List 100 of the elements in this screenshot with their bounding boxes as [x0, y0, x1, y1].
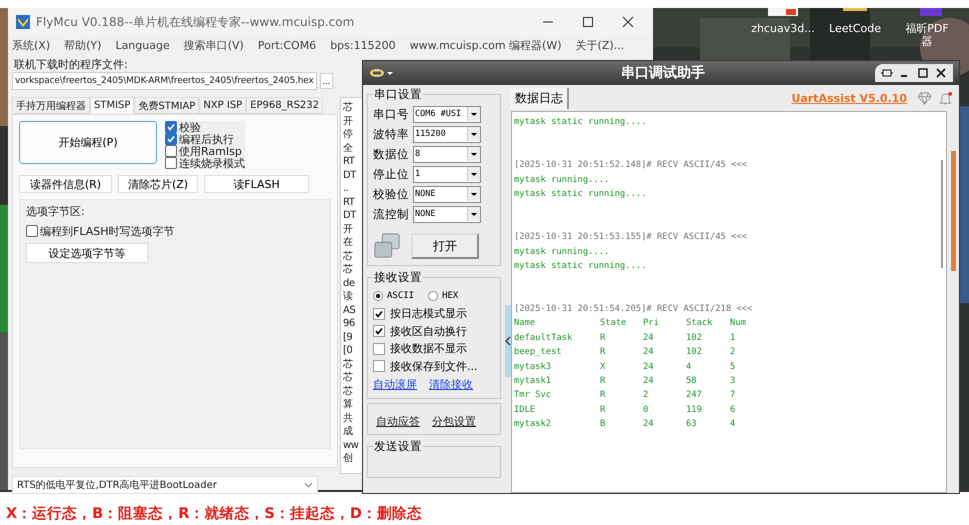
menu-item[interactable]: www.mcuisp.com 编程器(W) [410, 38, 562, 53]
scrollbar-thumb[interactable] [951, 151, 956, 271]
output-line: 芯 [343, 384, 354, 398]
radio-label: HEX [442, 291, 458, 301]
output-line: 读 [343, 290, 354, 304]
checkbox[interactable] [373, 325, 385, 338]
table-cell-text: mytask2 [514, 418, 552, 432]
link[interactable]: 自动应答 [376, 414, 420, 426]
link[interactable]: 自动滚屏 [373, 376, 417, 392]
dropdown[interactable]: NONE [413, 206, 481, 222]
output-line: 算 [343, 398, 354, 412]
output-line: 开 [343, 222, 354, 236]
collapse-handle[interactable] [505, 305, 511, 377]
close-icon[interactable] [622, 16, 634, 28]
checkbox[interactable] [373, 342, 385, 355]
radio-button[interactable] [428, 291, 438, 301]
dropdown[interactable]: COM6 #USI [413, 106, 481, 122]
file-path-field[interactable]: vorkspace\freertos_2405\MDK-ARM\freertos_2405\freertos_2405.hex [12, 72, 317, 90]
output-line: 芯 [343, 101, 354, 114]
pin-icon[interactable] [881, 67, 893, 79]
radio-label: ASCII [387, 291, 414, 301]
menu-item[interactable]: 搜索串口(V) [184, 38, 244, 53]
start-program-button[interactable]: 开始编程(P) [19, 121, 157, 164]
windows-icon [373, 232, 401, 260]
caption: X：运行态，B：阻塞态，R：就绪态，S：挂起态，D：删除态 [5, 504, 423, 523]
table-cell-text: 0 [643, 404, 650, 417]
checkbox-label: 接收保存到文件... [390, 358, 478, 374]
menu-item[interactable]: Language [115, 39, 170, 52]
maximize-icon[interactable] [582, 16, 594, 28]
option-bytes-button[interactable]: 设定选项字节等 [26, 243, 148, 263]
table-cell-text: 24 [643, 346, 655, 360]
radio-button[interactable] [373, 291, 383, 301]
table-cell-text: 119 [686, 404, 703, 417]
dropdown[interactable]: 8 [413, 146, 481, 162]
app-icon[interactable] [768, 8, 798, 16]
table-cell-text: 102 [686, 346, 703, 360]
table-cell-text: mytask1 [514, 375, 552, 388]
icon-label[interactable]: LeetCode [829, 22, 881, 35]
dropdown[interactable]: NONE [413, 186, 481, 202]
table-cell-text: 5 [730, 360, 736, 374]
boot-mode-dropdown[interactable]: RTS的低电平复位,DTR高电平进BootLoader [12, 476, 318, 494]
action-button[interactable]: 清除芯片(Z) [118, 175, 198, 193]
link[interactable]: 清除接收 [429, 376, 473, 392]
table-cell-text: Stack [686, 317, 714, 330]
tab[interactable]: NXP ISP [199, 97, 246, 114]
browse-button[interactable]: ... [320, 73, 334, 89]
menu-item[interactable]: 帮助(Y) [64, 38, 102, 53]
menu-item[interactable]: bps:115200 [330, 39, 396, 52]
open-button[interactable]: 打开 [411, 233, 479, 259]
bell-icon[interactable] [938, 90, 953, 106]
close-icon[interactable] [935, 67, 947, 79]
icon-label[interactable]: 器 [922, 35, 932, 48]
action-button[interactable]: 读FLASH [204, 175, 309, 193]
checkbox-label: 校验 [179, 120, 201, 134]
scrollbar[interactable] [941, 160, 943, 268]
table-cell-text: 102 [686, 332, 703, 345]
link[interactable]: 分包设置 [432, 414, 476, 426]
action-button[interactable]: 读器件信息(R) [19, 175, 112, 193]
table-cell-text: 7 [730, 389, 736, 402]
menu-item[interactable]: 系统(X) [12, 38, 50, 53]
checkbox-label: 使用RamIsp [179, 144, 242, 158]
group-title: 接收设置 [373, 270, 423, 285]
log-line: [2025-10-31 20:51:53.155]# RECV ASCII/45 <<< [514, 231, 748, 244]
output-line: 96 [343, 317, 356, 330]
caret-icon [467, 187, 480, 201]
checkbox[interactable] [373, 360, 385, 372]
checkbox-label: 编程到FLASH时写选项字节 [40, 224, 174, 238]
group-title: 选项字节区: [26, 204, 86, 219]
checkbox[interactable] [165, 145, 177, 157]
tab[interactable]: EP968_RS232 [246, 97, 324, 114]
checkbox[interactable] [165, 133, 177, 145]
tab[interactable]: 免费STMIAP [134, 97, 200, 114]
checkbox[interactable] [26, 225, 38, 237]
table-cell-text: 2 [730, 346, 736, 360]
icon-label[interactable]: 福昕PDF [905, 22, 949, 35]
output-line: RT [343, 196, 356, 209]
menu-item[interactable]: Port:COM6 [258, 39, 316, 52]
group-title: 发送设置 [373, 439, 423, 454]
icon-label[interactable]: zhcuav3d... [751, 22, 815, 35]
checkbox-label: 接收区自动换行 [390, 324, 467, 339]
maximize-icon[interactable] [917, 67, 929, 79]
table-cell-text: State [600, 317, 628, 330]
checkbox[interactable] [165, 121, 177, 133]
tab[interactable]: 手持万用编程器 [12, 97, 90, 114]
app-menu-icon[interactable] [369, 68, 395, 78]
output-line: 创 [343, 452, 354, 466]
tab[interactable]: STMISP [90, 97, 134, 114]
dropdown[interactable]: 115200 [413, 126, 481, 142]
field-label: 联机下载时的程序文件: [13, 57, 129, 71]
checkbox[interactable] [373, 308, 385, 320]
tab[interactable]: 数据日志 [511, 88, 569, 108]
dropdown[interactable]: 1 [413, 166, 481, 182]
caret-icon [304, 482, 313, 488]
checkbox[interactable] [165, 157, 177, 169]
output-line: ww [343, 438, 360, 452]
table-cell-text: 58 [686, 375, 698, 388]
log-line: mytask running.... [514, 246, 610, 259]
output-line: RT [343, 155, 356, 168]
log-line: mytask running.... [514, 174, 610, 187]
menu-item[interactable]: 关于(Z)... [576, 38, 624, 53]
